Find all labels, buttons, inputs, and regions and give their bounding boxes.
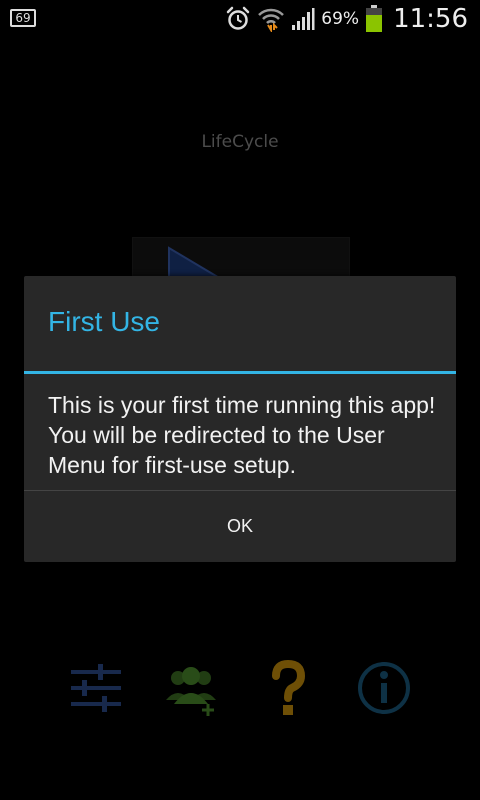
wifi-icon [258, 8, 285, 32]
notification-badge: 69 [15, 11, 31, 25]
status-bar: 69 69% 11:56 [0, 0, 480, 38]
alarm-icon [227, 6, 250, 30]
signal-icon [292, 8, 315, 30]
screen: 69 69% 11:56 LifeCycle First Use This is… [0, 0, 480, 800]
battery-percent: 69% [321, 9, 360, 29]
clock: 11:56 [393, 4, 468, 34]
dialog-message: This is your first time running this app… [48, 392, 436, 478]
status-bar-right: 69% 11:56 [225, 0, 468, 38]
battery-icon [366, 5, 383, 32]
dialog-title: First Use [48, 306, 160, 337]
dialog-title-divider [24, 371, 456, 374]
first-use-dialog: First Use This is your first time runnin… [24, 276, 456, 562]
notification-icon: 69 [10, 9, 36, 27]
ok-button[interactable]: OK [24, 491, 456, 562]
